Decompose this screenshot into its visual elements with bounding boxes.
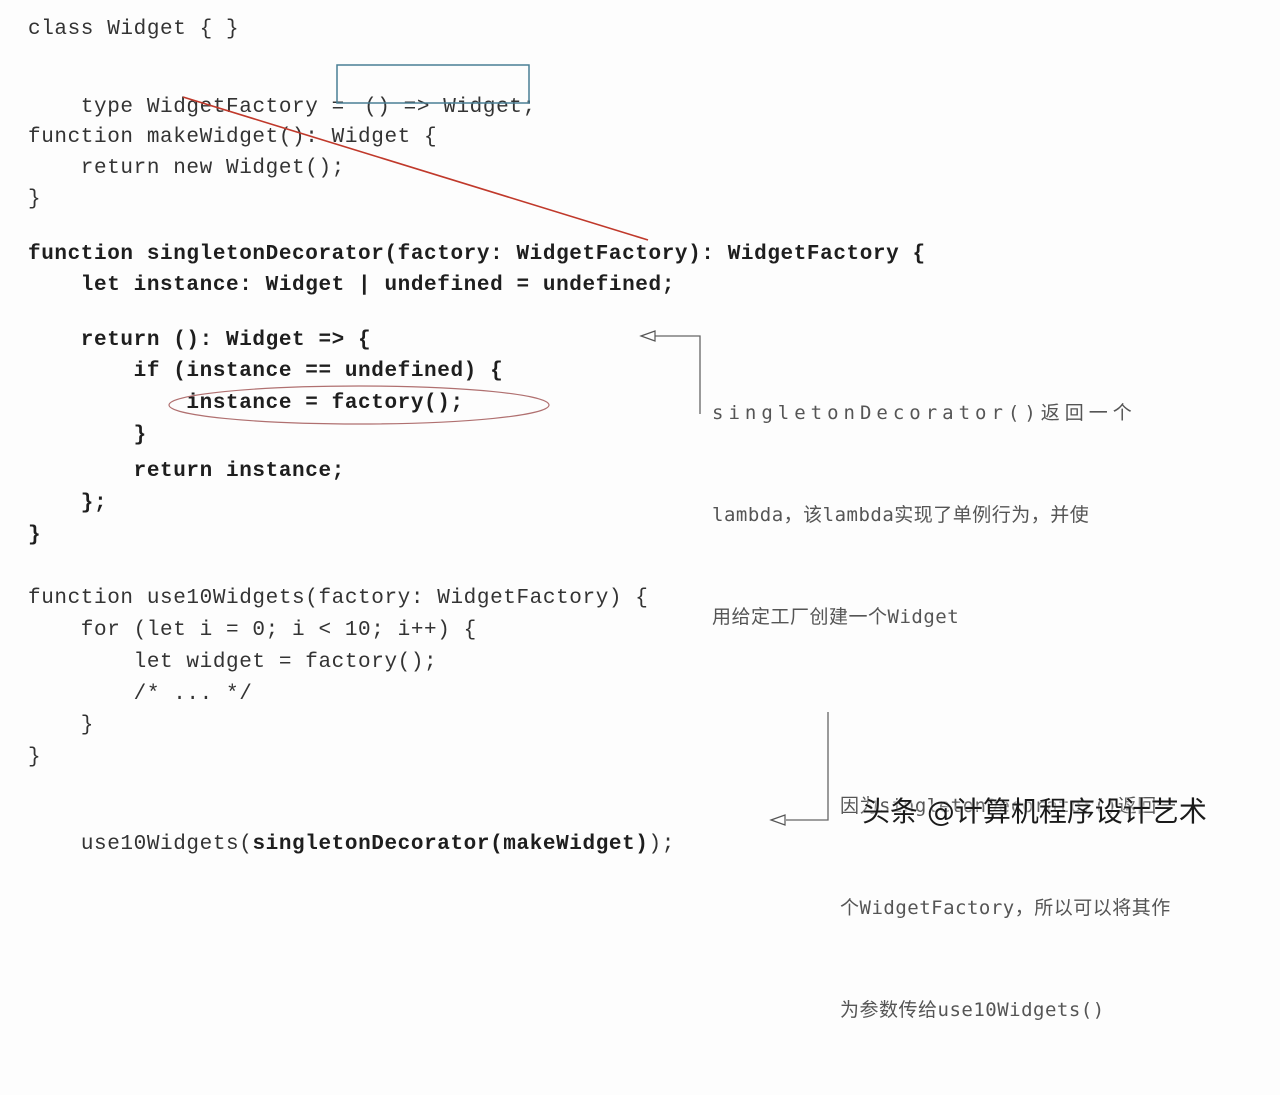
code-line-make-widget: function makeWidget(): Widget { xyxy=(28,126,438,149)
type-alias-semicolon: ; xyxy=(522,96,536,119)
annotation-lambda-line-2: lambda，该lambda实现了单例行为，并使 xyxy=(712,504,1090,526)
code-line-func-close: } xyxy=(28,524,42,547)
type-alias-prefix: type WidgetFactory = xyxy=(80,96,359,119)
code-line-for-close: } xyxy=(28,714,95,737)
code-line-use10-call: use10Widgets(singletonDecorator(makeWidg… xyxy=(28,809,675,881)
code-line-instance-assign: instance = factory(); xyxy=(28,392,464,415)
call-suffix: ); xyxy=(648,833,675,856)
callout-connector-1 xyxy=(639,330,701,414)
annotation-factory-line-2: 个WidgetFactory，所以可以将其作 xyxy=(840,897,1171,919)
type-alias-highlighted: () => Widget xyxy=(364,96,523,119)
callout-connector-2 xyxy=(769,712,829,826)
call-prefix: use10Widgets( xyxy=(80,833,253,856)
code-line-for-loop: for (let i = 0; i < 10; i++) { xyxy=(28,619,477,642)
code-line-return-new: return new Widget(); xyxy=(28,157,345,180)
annotation-factory-note: 因为singletonDecorator()返回一 个WidgetFactory… xyxy=(840,721,1176,1095)
code-figure: class Widget { } type WidgetFactory = ()… xyxy=(0,0,1280,1021)
code-line-return-lambda: return (): Widget => { xyxy=(28,329,372,352)
annotation-lambda-note: singletonDecorator()返回一个 lambda，该lambda实… xyxy=(712,328,1137,702)
annotation-lambda-line-1: singletonDecorator()返回一个 xyxy=(712,402,1137,424)
annotation-factory-line-3: 为参数传给use10Widgets() xyxy=(840,999,1105,1021)
code-line-comment: /* ... */ xyxy=(28,683,253,706)
code-line-let-widget: let widget = factory(); xyxy=(28,651,438,674)
call-singleton-arg: singletonDecorator(makeWidget) xyxy=(252,833,649,856)
code-line-use10-close: } xyxy=(28,746,42,769)
code-line-use10-decl: function use10Widgets(factory: WidgetFac… xyxy=(28,587,649,610)
code-line-if-close: } xyxy=(28,424,147,447)
code-line-let-instance: let instance: Widget | undefined = undef… xyxy=(28,274,675,297)
watermark: 头条 @计算机程序设计艺术 xyxy=(862,795,1207,828)
arrowhead-left-icon xyxy=(639,330,656,342)
code-line-lambda-close: }; xyxy=(28,492,108,515)
code-line-singleton-decl: function singletonDecorator(factory: Wid… xyxy=(28,243,926,266)
annotation-lambda-line-3: 用给定工厂创建一个Widget xyxy=(712,606,960,628)
arrowhead-left-icon xyxy=(769,814,786,826)
code-line-if-undefined: if (instance == undefined) { xyxy=(28,360,504,383)
code-line-close-brace: } xyxy=(28,188,42,211)
code-line-return-instance: return instance; xyxy=(28,460,345,483)
code-line-class-widget: class Widget { } xyxy=(28,18,240,41)
